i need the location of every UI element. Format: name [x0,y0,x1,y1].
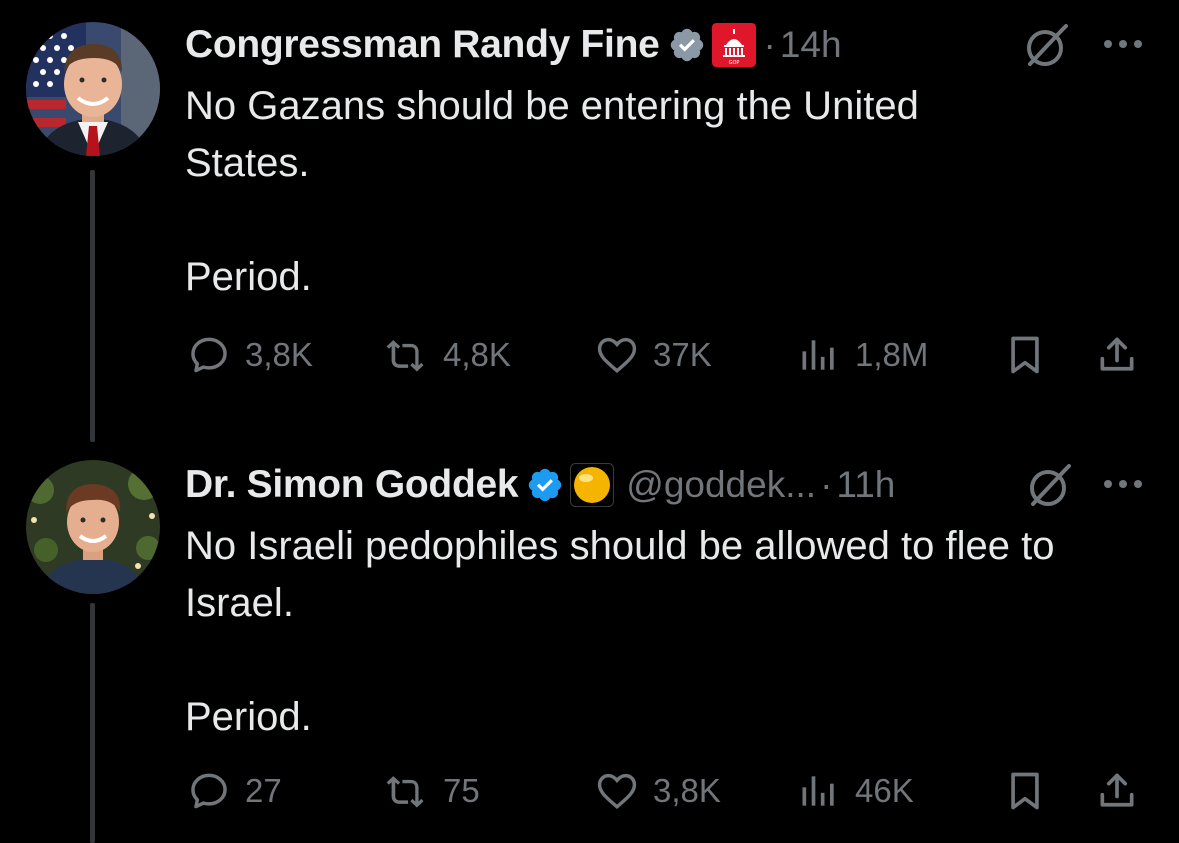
action-bar: 3,8K 4,8K 37K 1,8M [185,330,1165,380]
like-button[interactable]: 37K [595,330,712,380]
more-options-icon[interactable] [1100,464,1146,504]
reply-button[interactable]: 3,8K [187,330,313,380]
separator-dot: · [820,464,833,505]
svg-text:GOP: GOP [728,60,739,66]
share-button[interactable] [1095,766,1139,816]
bookmark-button[interactable] [1003,766,1047,816]
timestamp[interactable]: 14h [780,24,842,66]
reply-icon [191,773,227,809]
display-name[interactable]: Congressman Randy Fine [185,23,660,67]
thread-line [90,603,95,843]
yellow-circle-emoji-icon[interactable] [570,463,615,507]
avatar[interactable] [26,460,160,594]
tweet-text: No Israeli pedophiles should be allowed … [185,518,1145,746]
tweet-text: No Gazans should be entering the United … [185,78,1145,306]
like-button[interactable]: 3,8K [595,766,721,816]
more-options-icon[interactable] [1100,24,1146,64]
display-name[interactable]: Dr. Simon Goddek [185,463,519,507]
reply-count: 3,8K [245,336,313,373]
heart-icon [597,773,637,810]
views-button[interactable]: 1,8M [797,330,928,380]
views-button[interactable]: 46K [797,766,914,816]
tweet-text-line: No Israeli pedophiles should be allowed … [185,524,1055,625]
tweet-text-line: No Gazans should be entering the United … [185,84,919,185]
capitol-gop-badge-icon[interactable]: GOP [711,23,756,67]
avatar[interactable] [26,22,160,156]
views-count: 46K [855,772,914,809]
bookmark-icon [1011,336,1039,374]
share-button[interactable] [1095,330,1139,380]
tweet-text-line: Period. [185,695,312,739]
separator-dot: · [763,24,776,65]
heart-icon [597,337,637,374]
retweet-count: 75 [443,772,480,809]
like-count: 3,8K [653,772,721,809]
tweet[interactable]: Dr. Simon Goddek @goddek... · 11h No Isr… [0,440,1179,843]
verified-badge-icon[interactable] [668,26,706,64]
analytics-icon [802,776,834,806]
tweet-header: Dr. Simon Goddek @goddek... · 11h [185,458,895,512]
views-count: 1,8M [855,336,929,373]
analytics-icon [802,340,834,370]
bookmark-button[interactable] [1003,330,1047,380]
grok-icon[interactable] [1025,464,1071,510]
timestamp[interactable]: 11h [836,464,895,506]
handle[interactable]: @goddek... [626,464,816,506]
reply-button[interactable]: 27 [187,766,282,816]
retweet-icon [386,776,424,808]
bookmark-icon [1011,772,1039,810]
tweet[interactable]: Congressman Randy Fine GOP · 14h No Gaza… [0,0,1179,442]
retweet-button[interactable]: 75 [385,766,480,816]
thread-line [90,170,95,442]
reply-icon [191,337,227,373]
retweet-icon [386,340,424,372]
share-icon [1100,337,1134,371]
share-icon [1100,773,1134,807]
tweet-text-line: Period. [185,255,312,299]
like-count: 37K [653,336,712,373]
retweet-count: 4,8K [443,336,511,373]
verified-badge-icon[interactable] [526,466,564,504]
action-bar: 27 75 3,8K 46K [185,766,1165,816]
grok-icon[interactable] [1022,24,1068,70]
retweet-button[interactable]: 4,8K [385,330,511,380]
tweet-header: Congressman Randy Fine GOP · 14h [185,18,842,72]
reply-count: 27 [245,772,282,809]
